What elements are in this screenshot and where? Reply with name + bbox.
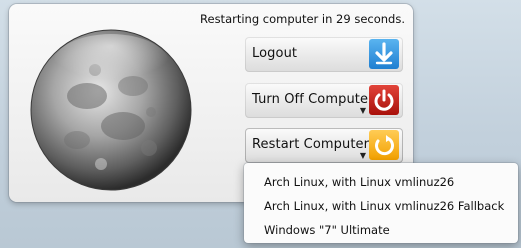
boot-option-arch-fallback[interactable]: Arch Linux, with Linux vmlinuz26 Fallbac… bbox=[264, 199, 504, 213]
power-icon bbox=[369, 85, 399, 115]
turn-off-button[interactable]: Turn Off Computer ▼ bbox=[245, 83, 403, 118]
restart-button[interactable]: Restart Computer ▼ bbox=[245, 128, 403, 163]
turn-off-dropdown-arrow-icon[interactable]: ▼ bbox=[360, 106, 366, 115]
restart-label: Restart Computer bbox=[252, 137, 370, 152]
turn-off-label: Turn Off Computer bbox=[252, 92, 374, 107]
restart-dropdown-arrow-icon[interactable]: ▼ bbox=[360, 151, 366, 160]
boot-options-menu: Arch Linux, with Linux vmlinuz26 Arch Li… bbox=[244, 163, 518, 243]
logout-arrow-icon bbox=[369, 39, 399, 69]
logout-button[interactable]: Logout bbox=[245, 37, 403, 72]
logout-label: Logout bbox=[252, 46, 298, 61]
boot-option-arch[interactable]: Arch Linux, with Linux vmlinuz26 bbox=[264, 175, 454, 189]
moon-image bbox=[30, 29, 192, 191]
boot-option-windows[interactable]: Windows "7" Ultimate bbox=[264, 223, 390, 237]
restart-icon bbox=[369, 130, 399, 160]
countdown-status: Restarting computer in 29 seconds. bbox=[200, 12, 405, 26]
